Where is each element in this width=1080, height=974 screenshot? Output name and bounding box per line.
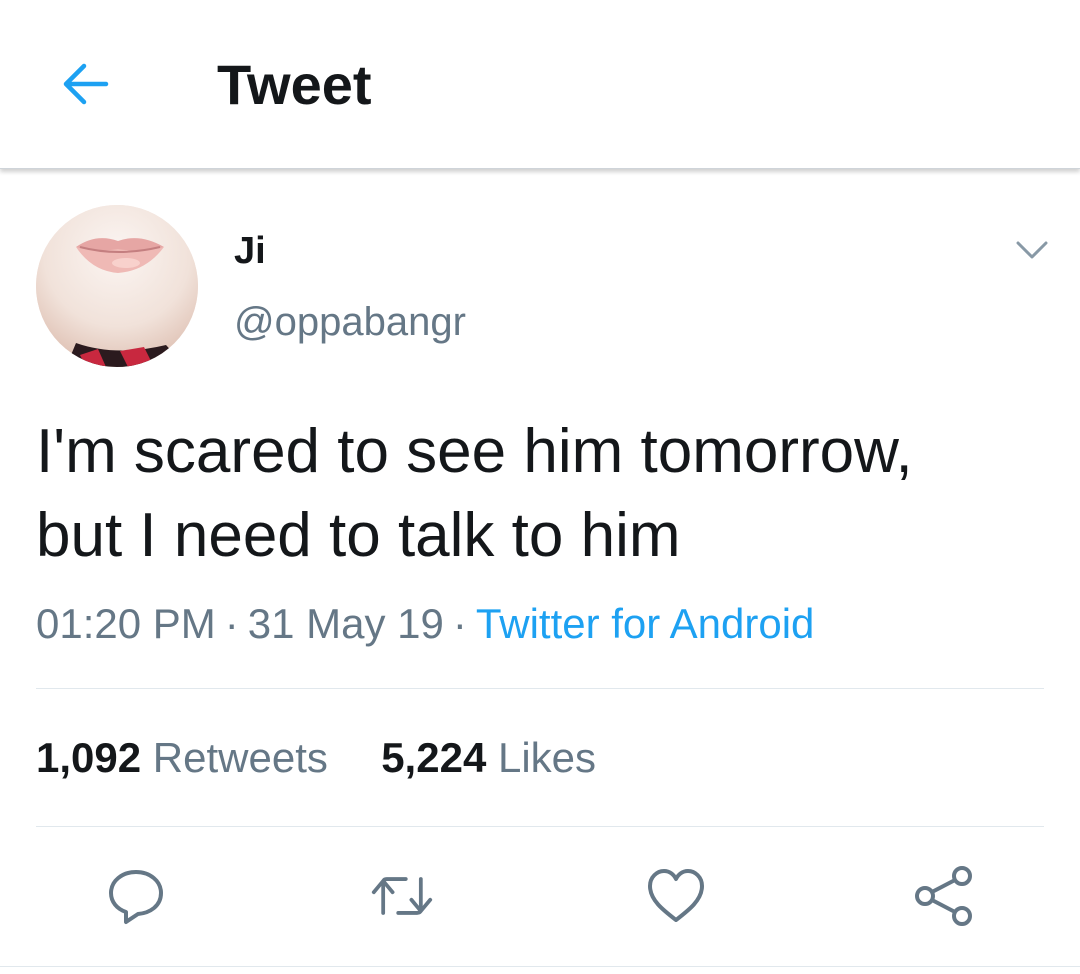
back-button[interactable]	[52, 52, 116, 116]
tweet-options-button[interactable]	[1008, 226, 1056, 274]
avatar-photo	[36, 205, 198, 367]
divider	[36, 688, 1044, 689]
meta-separator: ·	[452, 600, 467, 647]
tweet-text: I'm scared to see him tomorrow, but I ne…	[36, 417, 913, 570]
meta-separator: ·	[224, 600, 239, 647]
share-icon	[915, 866, 972, 926]
retweets-stat[interactable]: 1,092 Retweets	[36, 734, 328, 781]
like-button[interactable]	[644, 864, 708, 928]
like-count: 5,224	[381, 734, 487, 781]
avatar[interactable]	[36, 205, 198, 367]
tweet-actions	[0, 828, 1080, 962]
arrow-left-icon	[63, 63, 109, 105]
chevron-down-icon	[1016, 241, 1048, 259]
tweet-metadata: 01:20 PM · 31 May 19 · Twitter for Android	[36, 598, 814, 650]
retweet-button[interactable]	[370, 864, 434, 928]
page-title: Tweet	[217, 53, 372, 116]
retweet-label: Retweets	[152, 734, 328, 781]
reply-icon	[109, 870, 163, 924]
tweet-date: 31 May 19	[247, 600, 444, 647]
divider	[36, 826, 1044, 827]
reply-button[interactable]	[104, 864, 168, 928]
like-label: Likes	[497, 734, 597, 781]
tweet-source-link[interactable]: Twitter for Android	[476, 600, 814, 647]
tweet-stats: 1,092 Retweets 5,224 Likes	[36, 732, 596, 784]
author-handle[interactable]: @oppabangr	[234, 298, 466, 346]
divider	[0, 966, 1080, 967]
likes-stat[interactable]: 5,224 Likes	[381, 734, 596, 781]
retweet-icon	[371, 877, 433, 915]
tweet-time: 01:20 PM	[36, 600, 216, 647]
app-header: Tweet	[0, 0, 1080, 169]
share-button[interactable]	[912, 864, 976, 928]
retweet-count: 1,092	[36, 734, 142, 781]
author-display-name[interactable]: Ji	[234, 228, 266, 274]
heart-icon	[648, 869, 704, 922]
